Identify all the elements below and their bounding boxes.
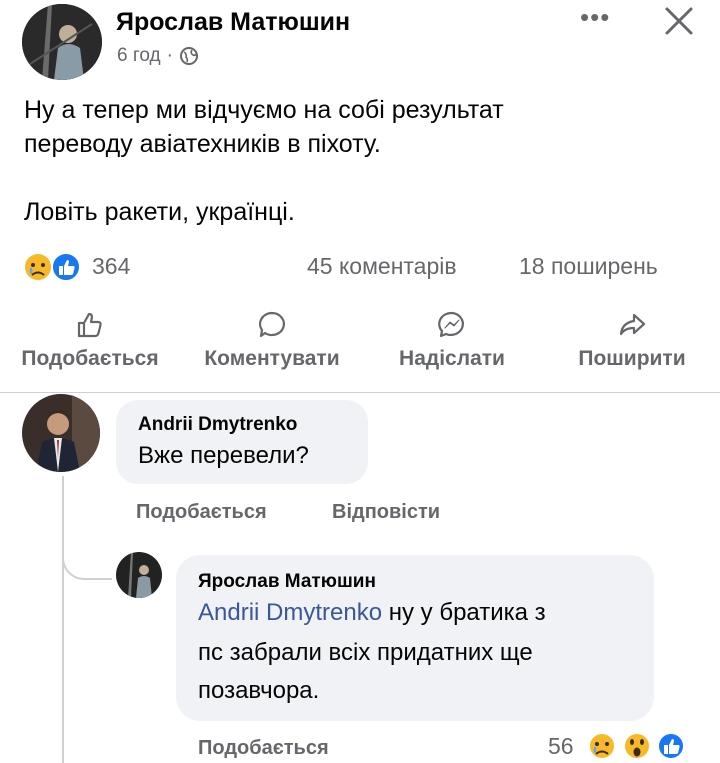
comment-label: Коментувати (204, 347, 340, 370)
post-text-line: переводу авіатехників в піхоту. (24, 130, 381, 158)
comment-reply-button[interactable]: Відповісти (332, 501, 440, 524)
reactions-count[interactable]: 364 (92, 253, 130, 280)
comment-like-button[interactable]: Подобається (136, 501, 267, 524)
like-reaction-icon (657, 732, 685, 760)
like-button[interactable]: Подобається (8, 310, 172, 371)
comment-author[interactable]: Andrii Dmytrenko (138, 414, 297, 436)
divider (0, 392, 720, 393)
post-time[interactable]: 6 год (117, 45, 161, 67)
reply-text: ну у братика з (388, 599, 546, 626)
comment-text: Вже перевели? (138, 442, 309, 469)
sad-reaction-icon (588, 732, 616, 760)
reply-reactions-icons[interactable] (585, 731, 689, 761)
reply-text-line: Andrii Dmytrenko ну у братика з (198, 598, 546, 628)
comment-icon (259, 311, 285, 338)
like-reaction-icon (51, 252, 81, 282)
shares-count[interactable]: 18 поширень (519, 253, 658, 280)
share-label: Поширити (578, 347, 686, 370)
send-button[interactable]: Надіслати (386, 310, 518, 371)
thumbs-up-icon (77, 312, 102, 338)
post-author-name[interactable]: Ярослав Матюшин (116, 8, 350, 37)
reply-like-button[interactable]: Подобається (198, 737, 329, 760)
thread-line (62, 476, 64, 763)
post-text-line: Ловіть ракети, українці. (24, 198, 295, 226)
post-reactions-icons[interactable] (22, 252, 84, 282)
comment-button[interactable]: Коментувати (188, 310, 356, 371)
wow-reaction-icon (623, 732, 651, 760)
send-label: Надіслати (399, 347, 505, 370)
reply-text-line: пс забрали всіх придатних ще (198, 639, 533, 666)
share-button[interactable]: Поширити (562, 310, 702, 371)
like-label: Подобається (21, 347, 159, 370)
post-text-line: Ну а тепер ми відчуємо на собі результат (24, 96, 504, 124)
mention-link[interactable]: Andrii Dmytrenko (198, 599, 382, 626)
thread-connector (62, 530, 112, 580)
more-options-button[interactable]: ••• (580, 2, 610, 32)
messenger-icon (438, 311, 464, 338)
reply-author-avatar[interactable] (116, 552, 162, 598)
comments-count[interactable]: 45 коментарів (307, 253, 457, 280)
share-icon (619, 313, 646, 336)
globe-icon (179, 47, 198, 65)
sad-reaction-icon (23, 252, 53, 282)
close-icon[interactable] (662, 4, 696, 38)
reply-text-line: позавчора. (198, 677, 320, 704)
commenter-avatar[interactable] (22, 394, 100, 472)
author-avatar[interactable] (22, 4, 102, 80)
reply-author[interactable]: Ярослав Матюшин (198, 571, 376, 593)
meta-separator: · (166, 45, 173, 66)
reply-reactions-count[interactable]: 56 (548, 733, 574, 760)
post-meta: 6 год · (117, 45, 199, 67)
